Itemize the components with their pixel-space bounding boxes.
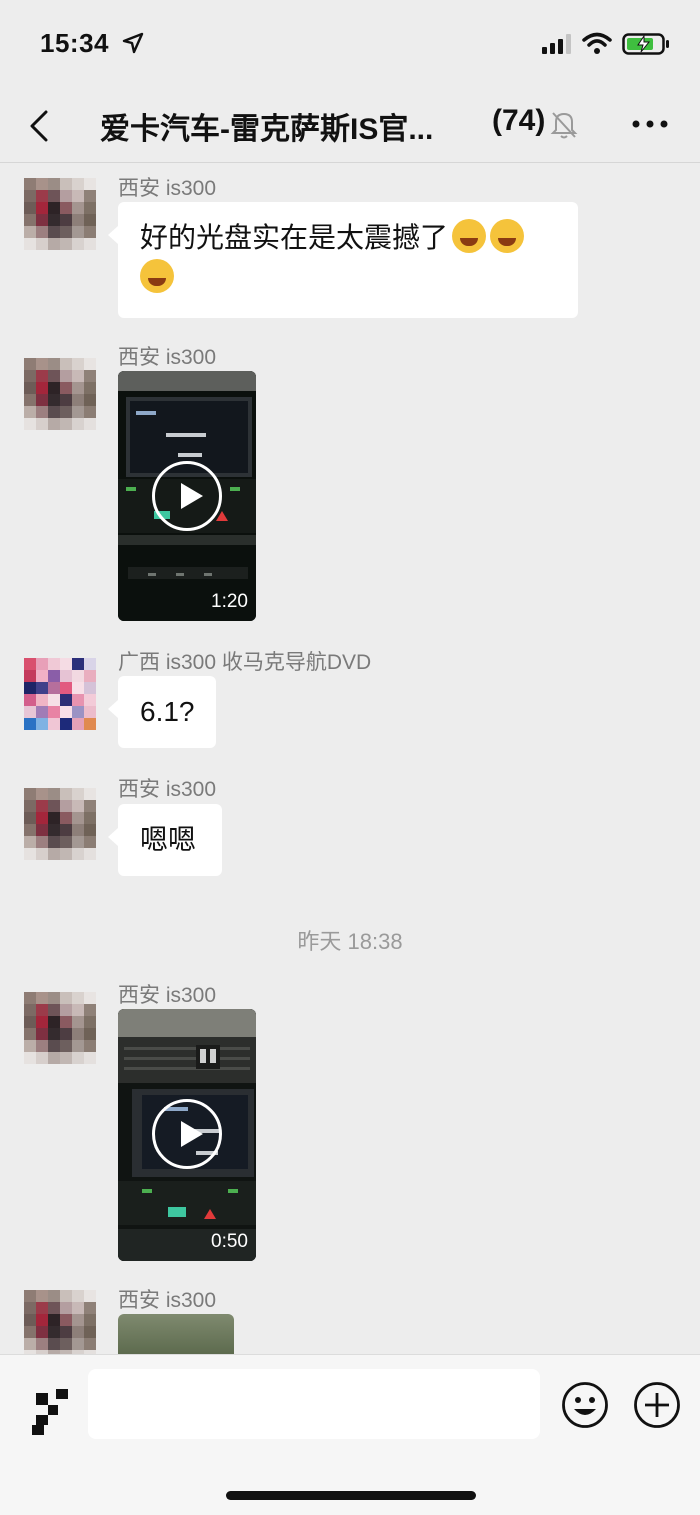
location-arrow-icon	[122, 32, 144, 54]
video-message[interactable]: 0:50	[118, 1009, 256, 1261]
mute-bell-icon	[550, 112, 578, 139]
chat-title[interactable]: 爱卡汽车-雷克萨斯IS官...	[100, 104, 433, 148]
status-bar: 15:34	[0, 0, 700, 90]
play-icon[interactable]	[152, 461, 222, 531]
avatar[interactable]	[24, 788, 96, 860]
sender-name: 西安 is300	[118, 1289, 217, 1312]
member-count: (74)	[492, 104, 546, 137]
wifi-icon	[582, 32, 612, 54]
rofl-emoji-icon	[490, 219, 525, 253]
image-message[interactable]	[118, 1314, 234, 1354]
avatar[interactable]	[24, 992, 96, 1064]
signal-icon	[542, 34, 571, 54]
play-icon[interactable]	[152, 1099, 222, 1169]
sender-name: 西安 is300	[118, 346, 217, 369]
chat-timestamp: 昨天 18:38	[297, 929, 403, 954]
battery-charging-icon	[622, 33, 669, 55]
rofl-emoji-icon	[452, 219, 487, 253]
status-time: 15:34	[40, 28, 109, 58]
video-message[interactable]: 1:20	[118, 371, 256, 621]
back-chevron-icon[interactable]	[24, 106, 54, 146]
avatar[interactable]	[24, 358, 96, 430]
sender-name: 西安 is300	[118, 984, 217, 1007]
avatar[interactable]	[24, 658, 96, 730]
message-bubble[interactable]: 6.1?	[108, 676, 216, 748]
home-indicator	[226, 1491, 476, 1500]
plus-circle-icon[interactable]	[633, 1381, 681, 1429]
sender-name: 广西 is300 收马克导航DVD	[118, 651, 372, 674]
sender-name: 西安 is300	[118, 177, 217, 200]
input-bar	[0, 1354, 700, 1515]
message-text: 好的光盘实在是太震撼了	[140, 222, 449, 253]
emoji-face-icon[interactable]	[561, 1381, 609, 1429]
video-duration: 0:50	[211, 1231, 248, 1252]
chat-header: 爱卡汽车-雷克萨斯IS官... (74)	[0, 90, 700, 163]
voice-icon[interactable]	[22, 1389, 72, 1437]
message-text: 6.1?	[140, 696, 195, 727]
more-dots-icon[interactable]	[630, 112, 670, 136]
message-text: 嗯嗯	[140, 824, 197, 855]
rofl-emoji-icon	[140, 259, 174, 293]
message-bubble[interactable]: 好的光盘实在是太震撼了	[108, 202, 578, 318]
avatar[interactable]	[24, 1290, 96, 1362]
sender-name: 西安 is300	[118, 778, 217, 801]
video-duration: 1:20	[211, 591, 248, 612]
message-bubble[interactable]: 嗯嗯	[108, 804, 222, 876]
message-input[interactable]	[88, 1369, 540, 1439]
avatar[interactable]	[24, 178, 96, 250]
